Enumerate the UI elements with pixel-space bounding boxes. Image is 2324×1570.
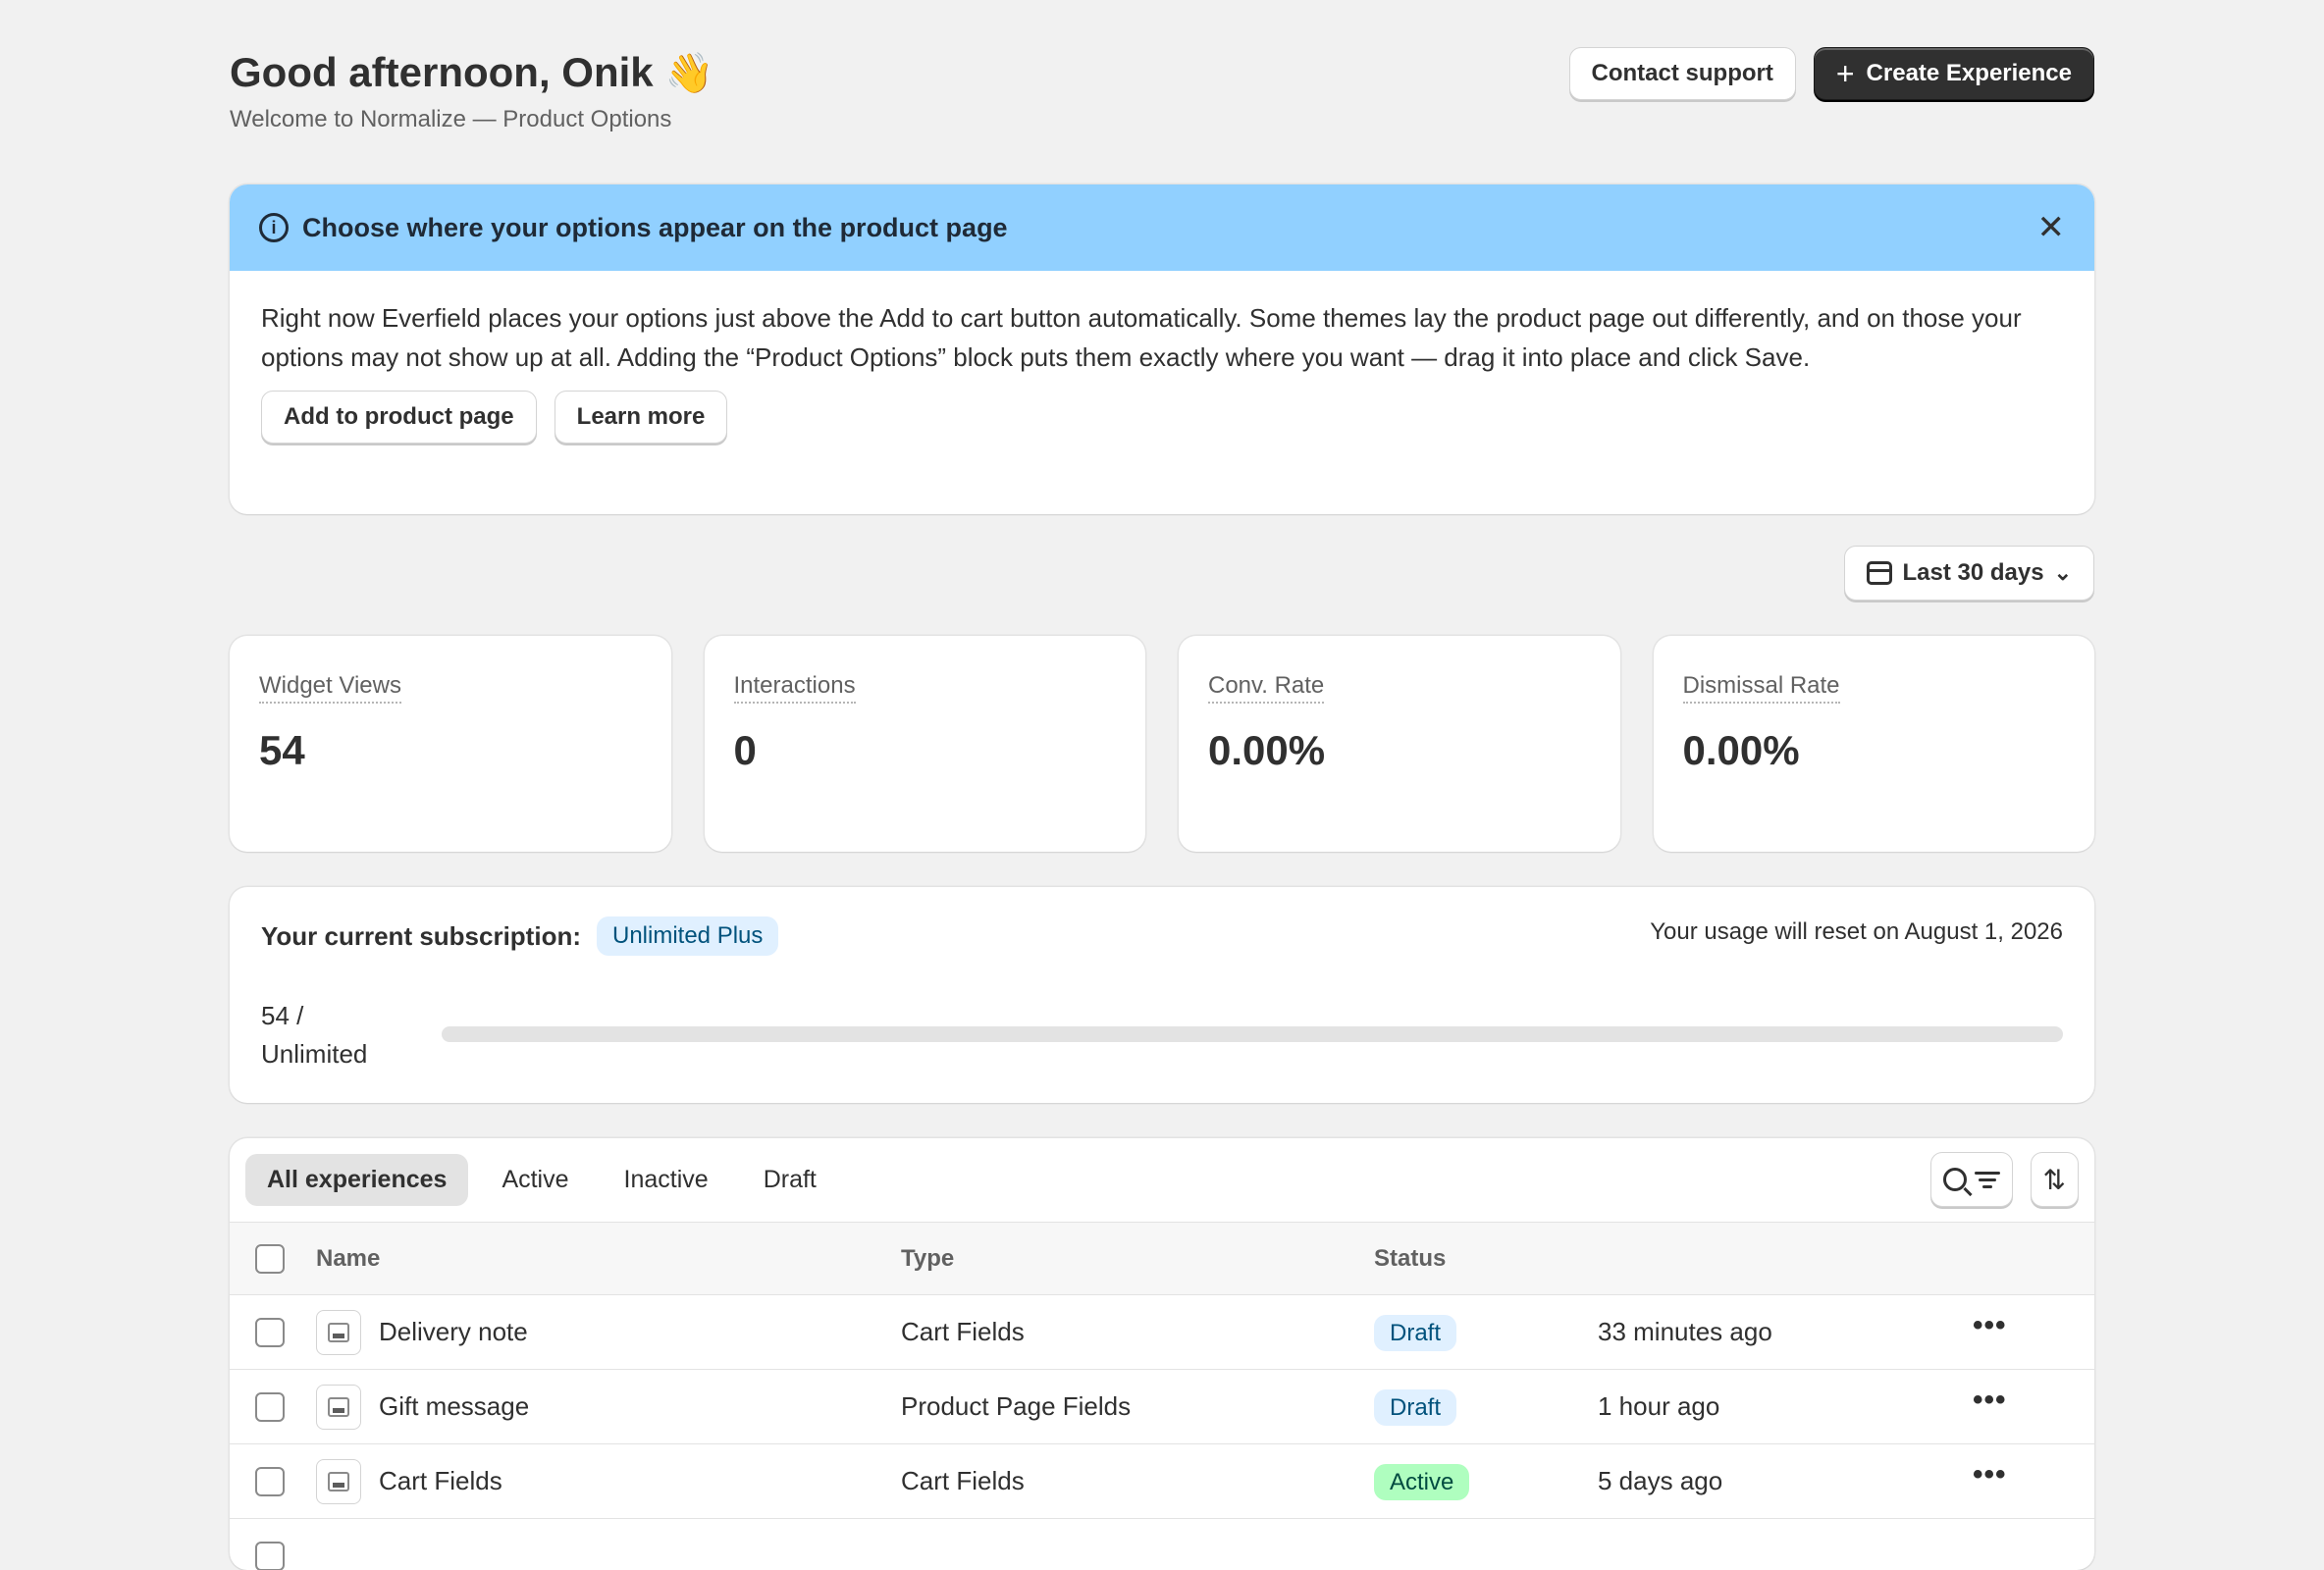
sort-button[interactable]: ⇅ xyxy=(2031,1152,2079,1207)
header-actions: Contact support + Create Experience xyxy=(1569,47,2094,100)
row-checkbox[interactable] xyxy=(255,1467,285,1496)
experience-name[interactable]: Gift message xyxy=(379,1391,529,1422)
metric-value: 0 xyxy=(734,727,1117,774)
metric-card-interactions: Interactions 0 xyxy=(705,636,1146,852)
banner-body: Right now Everfield places your options … xyxy=(230,271,2094,377)
experience-type: Cart Fields xyxy=(901,1466,1025,1496)
tab-inactive[interactable]: Inactive xyxy=(603,1154,730,1206)
more-actions-icon[interactable]: ••• xyxy=(1973,1384,2007,1417)
create-experience-button[interactable]: + Create Experience xyxy=(1814,47,2094,100)
metrics-row: Widget Views 54 Interactions 0 Conv. Rat… xyxy=(230,636,2094,852)
more-actions-icon[interactable]: ••• xyxy=(1973,1309,2007,1342)
metric-value: 54 xyxy=(259,727,642,774)
row-name: Gift message xyxy=(316,1385,529,1430)
table-row[interactable] xyxy=(230,1519,2094,1570)
close-icon[interactable]: ✕ xyxy=(2037,211,2066,244)
row-name: Delivery note xyxy=(316,1310,528,1355)
learn-more-label: Learn more xyxy=(577,403,706,431)
metric-card-conv-rate: Conv. Rate 0.00% xyxy=(1179,636,1620,852)
metric-card-dismissal-rate: Dismissal Rate 0.00% xyxy=(1654,636,2095,852)
row-checkbox[interactable] xyxy=(255,1542,285,1570)
filter-icon xyxy=(1975,1172,2000,1188)
row-checkbox[interactable] xyxy=(255,1318,285,1347)
plus-icon: + xyxy=(1836,58,1855,89)
metric-label[interactable]: Conv. Rate xyxy=(1208,672,1324,704)
updated-time: 5 days ago xyxy=(1598,1466,1722,1496)
contact-support-button[interactable]: Contact support xyxy=(1569,47,1796,100)
select-all-checkbox[interactable] xyxy=(255,1244,285,1274)
add-to-product-page-label: Add to product page xyxy=(284,403,514,431)
experience-name[interactable]: Delivery note xyxy=(379,1317,528,1347)
experience-name[interactable]: Cart Fields xyxy=(379,1466,502,1496)
usage-progress-bar xyxy=(442,1026,2063,1042)
page-header: Good afternoon, Onik 👋 Welcome to Normal… xyxy=(230,0,2094,177)
sort-icon: ⇅ xyxy=(2043,1164,2066,1196)
table-header: Name Type Status xyxy=(230,1223,2094,1295)
tab-all-experiences[interactable]: All experiences xyxy=(245,1154,468,1206)
metric-value: 0.00% xyxy=(1208,727,1591,774)
subscription-card: Your current subscription: Unlimited Plu… xyxy=(230,887,2094,1103)
date-range: Last 30 days ⌄ xyxy=(1844,546,2094,601)
experience-type: Cart Fields xyxy=(901,1317,1025,1347)
cart-fields-thumbnail-icon xyxy=(316,1459,361,1504)
page: Good afternoon, Onik 👋 Welcome to Normal… xyxy=(230,0,2094,177)
metric-label[interactable]: Widget Views xyxy=(259,672,401,704)
page-subtitle: Welcome to Normalize — Product Options xyxy=(230,106,671,133)
greeting-text: Good afternoon, Onik xyxy=(230,49,654,96)
wave-emoji: 👋 xyxy=(665,50,714,96)
info-icon: i xyxy=(259,213,289,242)
metric-card-widget-views: Widget Views 54 xyxy=(230,636,671,852)
experience-tabs: All experiences Active Inactive Draft ⇅ xyxy=(230,1138,2094,1223)
product-page-thumbnail-icon xyxy=(316,1385,361,1430)
metric-value: 0.00% xyxy=(1683,727,2066,774)
plan-badge: Unlimited Plus xyxy=(597,916,778,956)
subscription-label: Your current subscription: xyxy=(261,921,581,952)
updated-time: 1 hour ago xyxy=(1598,1391,1719,1422)
learn-more-button[interactable]: Learn more xyxy=(555,391,728,444)
contact-support-label: Contact support xyxy=(1592,60,1773,87)
usage-count: 54 / xyxy=(261,997,367,1035)
calendar-icon xyxy=(1867,561,1892,585)
metric-label[interactable]: Dismissal Rate xyxy=(1683,672,1840,704)
column-type: Type xyxy=(901,1245,954,1273)
table-row[interactable]: Delivery note Cart Fields Draft 33 minut… xyxy=(230,1295,2094,1370)
banner-title: Choose where your options appear on the … xyxy=(302,213,2024,243)
date-range-picker[interactable]: Last 30 days ⌄ xyxy=(1844,546,2094,601)
table-row[interactable]: Gift message Product Page Fields Draft 1… xyxy=(230,1370,2094,1444)
row-checkbox[interactable] xyxy=(255,1392,285,1422)
status-badge: Draft xyxy=(1374,1317,1456,1347)
status-pill: Draft xyxy=(1374,1315,1456,1351)
chevron-down-icon: ⌄ xyxy=(2054,560,2072,586)
search-icon xyxy=(1943,1168,1967,1191)
status-badge: Active xyxy=(1374,1466,1469,1496)
more-actions-icon[interactable]: ••• xyxy=(1973,1458,2007,1492)
updated-time: 33 minutes ago xyxy=(1598,1317,1772,1347)
tab-active[interactable]: Active xyxy=(480,1154,590,1206)
metric-label[interactable]: Interactions xyxy=(734,672,856,704)
date-range-label: Last 30 days xyxy=(1902,559,2043,587)
tab-draft[interactable]: Draft xyxy=(742,1154,838,1206)
cart-fields-thumbnail-icon xyxy=(316,1310,361,1355)
status-badge: Draft xyxy=(1374,1391,1456,1422)
banner-header: i Choose where your options appear on th… xyxy=(230,184,2094,271)
column-name: Name xyxy=(316,1245,380,1273)
experiences-table-card: All experiences Active Inactive Draft ⇅ … xyxy=(230,1138,2094,1570)
status-pill: Active xyxy=(1374,1464,1469,1500)
info-banner: i Choose where your options appear on th… xyxy=(230,184,2094,514)
usage-limit: Unlimited xyxy=(261,1035,367,1073)
usage-reset-text: Your usage will reset on August 1, 2026 xyxy=(1650,918,2063,946)
status-pill: Draft xyxy=(1374,1389,1456,1426)
table-tools: ⇅ xyxy=(1930,1152,2079,1207)
column-status: Status xyxy=(1374,1245,1446,1273)
usage-text: 54 / Unlimited xyxy=(261,997,367,1073)
add-to-product-page-button[interactable]: Add to product page xyxy=(261,391,537,444)
search-filter-button[interactable] xyxy=(1930,1152,2013,1207)
experience-type: Product Page Fields xyxy=(901,1391,1131,1422)
create-experience-label: Create Experience xyxy=(1867,60,2072,87)
greeting-heading: Good afternoon, Onik 👋 xyxy=(230,49,713,96)
banner-actions: Add to product page Learn more xyxy=(230,377,2094,444)
table-row[interactable]: Cart Fields Cart Fields Active 5 days ag… xyxy=(230,1444,2094,1519)
row-name: Cart Fields xyxy=(316,1459,502,1504)
